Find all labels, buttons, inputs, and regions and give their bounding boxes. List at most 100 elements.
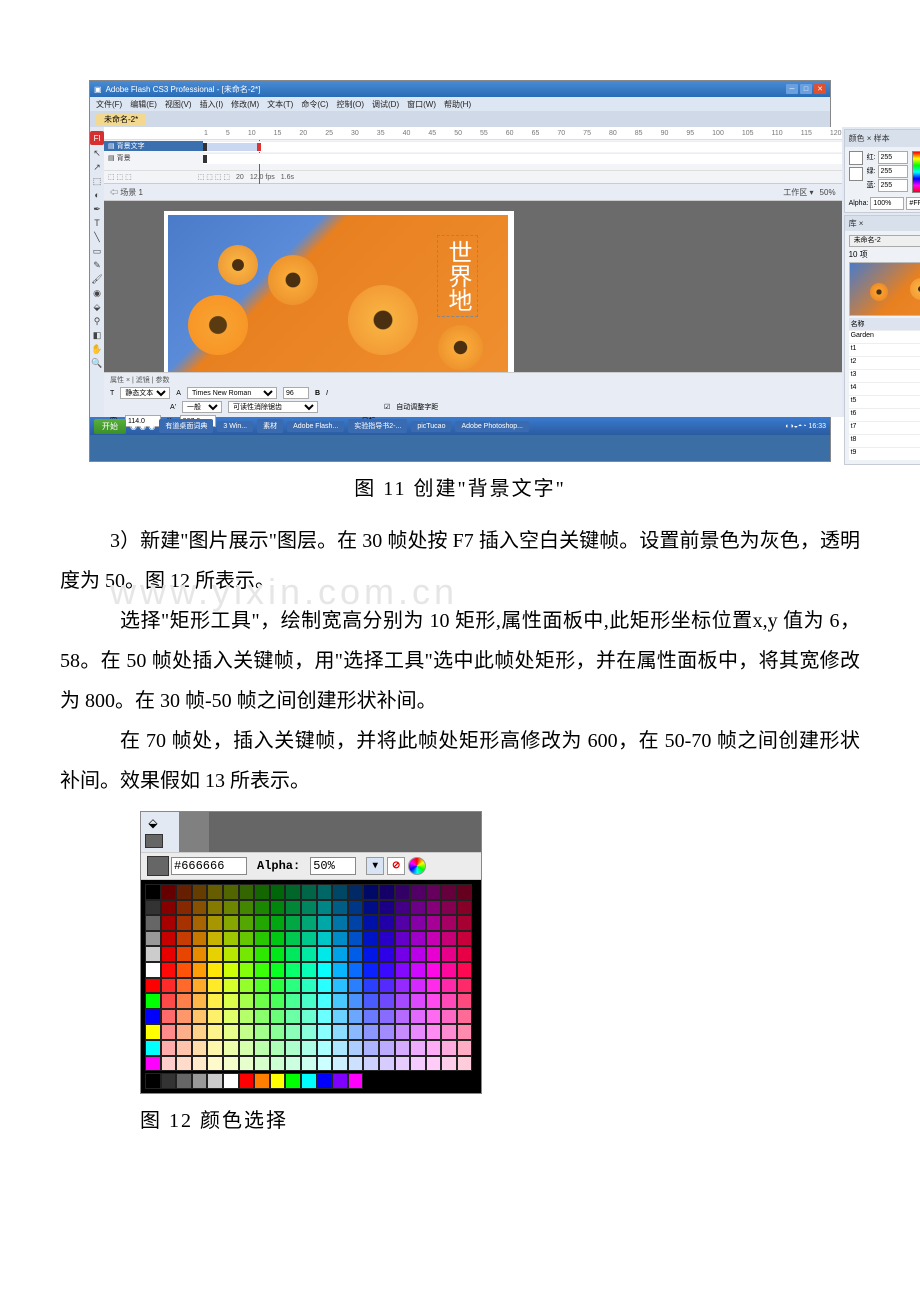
palette-cell[interactable] — [223, 978, 239, 994]
library-doc-select[interactable]: 未命名-2 — [849, 235, 920, 247]
aa-type-select[interactable]: 可读性消除锯齿 — [228, 401, 318, 413]
palette-cell[interactable] — [145, 962, 161, 978]
palette-cell[interactable] — [176, 1024, 192, 1040]
menu-modify[interactable]: 修改(M) — [231, 99, 259, 110]
palette-cell[interactable] — [254, 915, 270, 931]
palette-cell[interactable] — [410, 978, 426, 994]
library-item[interactable]: t6位图 — [849, 408, 920, 421]
palette-cell[interactable] — [332, 884, 348, 900]
palette-cell[interactable] — [254, 962, 270, 978]
palette-cell[interactable] — [332, 962, 348, 978]
palette-cell[interactable] — [161, 1024, 177, 1040]
library-panel-title[interactable]: 库 × — [849, 218, 864, 229]
palette-cell[interactable] — [332, 1009, 348, 1025]
palette-bottom-cell[interactable] — [285, 1073, 301, 1089]
palette-cell[interactable] — [317, 993, 333, 1009]
palette-cell[interactable] — [161, 884, 177, 900]
palette-cell[interactable] — [379, 884, 395, 900]
library-item[interactable]: t7位图 — [849, 421, 920, 434]
palette-cell[interactable] — [176, 993, 192, 1009]
palette-cell[interactable] — [161, 931, 177, 947]
palette-cell[interactable] — [254, 884, 270, 900]
palette-cell[interactable] — [239, 1056, 255, 1072]
palette-cell[interactable] — [457, 931, 473, 947]
bold-button[interactable]: B — [315, 390, 320, 397]
palette-cell[interactable] — [410, 946, 426, 962]
palette-cell[interactable] — [176, 1009, 192, 1025]
palette-cell[interactable] — [395, 1056, 411, 1072]
paint-bucket-tool-icon[interactable]: ⬙ — [91, 301, 103, 313]
palette-cell[interactable] — [301, 1009, 317, 1025]
palette-cell[interactable] — [363, 1024, 379, 1040]
palette-cell[interactable] — [270, 1024, 286, 1040]
palette-cell[interactable] — [270, 1009, 286, 1025]
palette-cell[interactable] — [395, 915, 411, 931]
palette-cell[interactable] — [176, 884, 192, 900]
palette-cell[interactable] — [426, 993, 442, 1009]
palette-cell[interactable] — [348, 1040, 364, 1056]
palette-cell[interactable] — [379, 946, 395, 962]
palette-cell[interactable] — [441, 884, 457, 900]
palette-cell[interactable] — [395, 900, 411, 916]
palette-bottom-cell[interactable] — [301, 1073, 317, 1089]
timeline-ruler[interactable]: 1 5 10 15 20 25 30 35 40 45 50 55 60 65 — [104, 127, 842, 140]
palette-cell[interactable] — [317, 1040, 333, 1056]
pencil-tool-icon[interactable]: ✎ — [91, 259, 103, 271]
palette-cell[interactable] — [441, 1024, 457, 1040]
palette-cell[interactable] — [176, 962, 192, 978]
palette-cell[interactable] — [317, 900, 333, 916]
palette-cell[interactable] — [176, 978, 192, 994]
palette-cell[interactable] — [332, 915, 348, 931]
palette-cell[interactable] — [270, 962, 286, 978]
palette-cell[interactable] — [348, 884, 364, 900]
palette-cell[interactable] — [239, 884, 255, 900]
palette-cell[interactable] — [254, 993, 270, 1009]
palette-cell[interactable] — [270, 1056, 286, 1072]
palette-cell[interactable] — [363, 915, 379, 931]
palette-cell[interactable] — [457, 1024, 473, 1040]
palette-cell[interactable] — [426, 962, 442, 978]
palette-cell[interactable] — [270, 900, 286, 916]
palette-cell[interactable] — [223, 1040, 239, 1056]
palette-cell[interactable] — [239, 993, 255, 1009]
taskbar-item[interactable]: 3 Win... — [217, 421, 253, 432]
palette-cell[interactable] — [145, 993, 161, 1009]
hue-slider[interactable] — [912, 151, 920, 193]
palette-cell[interactable] — [348, 1056, 364, 1072]
palette-cell[interactable] — [457, 1040, 473, 1056]
palette-cell[interactable] — [363, 962, 379, 978]
scene-label[interactable]: 场景 1 — [120, 188, 143, 197]
palette-cell[interactable] — [379, 915, 395, 931]
palette-cell[interactable] — [317, 915, 333, 931]
menu-commands[interactable]: 命令(C) — [301, 99, 328, 110]
layer-buttons[interactable]: ⬚ ⬚ ⬚ — [108, 173, 132, 181]
quick-launch-icons[interactable]: ◉ ◉ ◉ — [130, 422, 155, 431]
palette-cell[interactable] — [317, 1056, 333, 1072]
palette-cell[interactable] — [441, 978, 457, 994]
palette-cell[interactable] — [285, 946, 301, 962]
palette-cell[interactable] — [317, 884, 333, 900]
palette-cell[interactable] — [379, 1024, 395, 1040]
aa-mode-select[interactable]: 一般 — [182, 401, 222, 413]
palette-cell[interactable] — [145, 946, 161, 962]
palette-cell[interactable] — [176, 1040, 192, 1056]
close-button[interactable]: ✕ — [814, 84, 826, 94]
palette-cell[interactable] — [207, 962, 223, 978]
palette-cell[interactable] — [317, 978, 333, 994]
palette-cell[interactable] — [270, 884, 286, 900]
palette-cell[interactable] — [332, 946, 348, 962]
palette-cell[interactable] — [457, 884, 473, 900]
palette-cell[interactable] — [395, 993, 411, 1009]
onion-icons[interactable]: ⬚ ⬚ ⬚ ⬚ — [198, 173, 230, 181]
palette-cell[interactable] — [239, 962, 255, 978]
palette-cell[interactable] — [207, 915, 223, 931]
palette-cell[interactable] — [348, 1009, 364, 1025]
palette-cell[interactable] — [285, 1024, 301, 1040]
palette-grid[interactable] — [145, 884, 477, 1071]
palette-cell[interactable] — [426, 978, 442, 994]
palette-cell[interactable] — [223, 884, 239, 900]
no-color-icon[interactable]: ⊘ — [387, 857, 405, 875]
palette-cell[interactable] — [207, 1040, 223, 1056]
palette-cell[interactable] — [379, 1040, 395, 1056]
palette-cell[interactable] — [192, 884, 208, 900]
